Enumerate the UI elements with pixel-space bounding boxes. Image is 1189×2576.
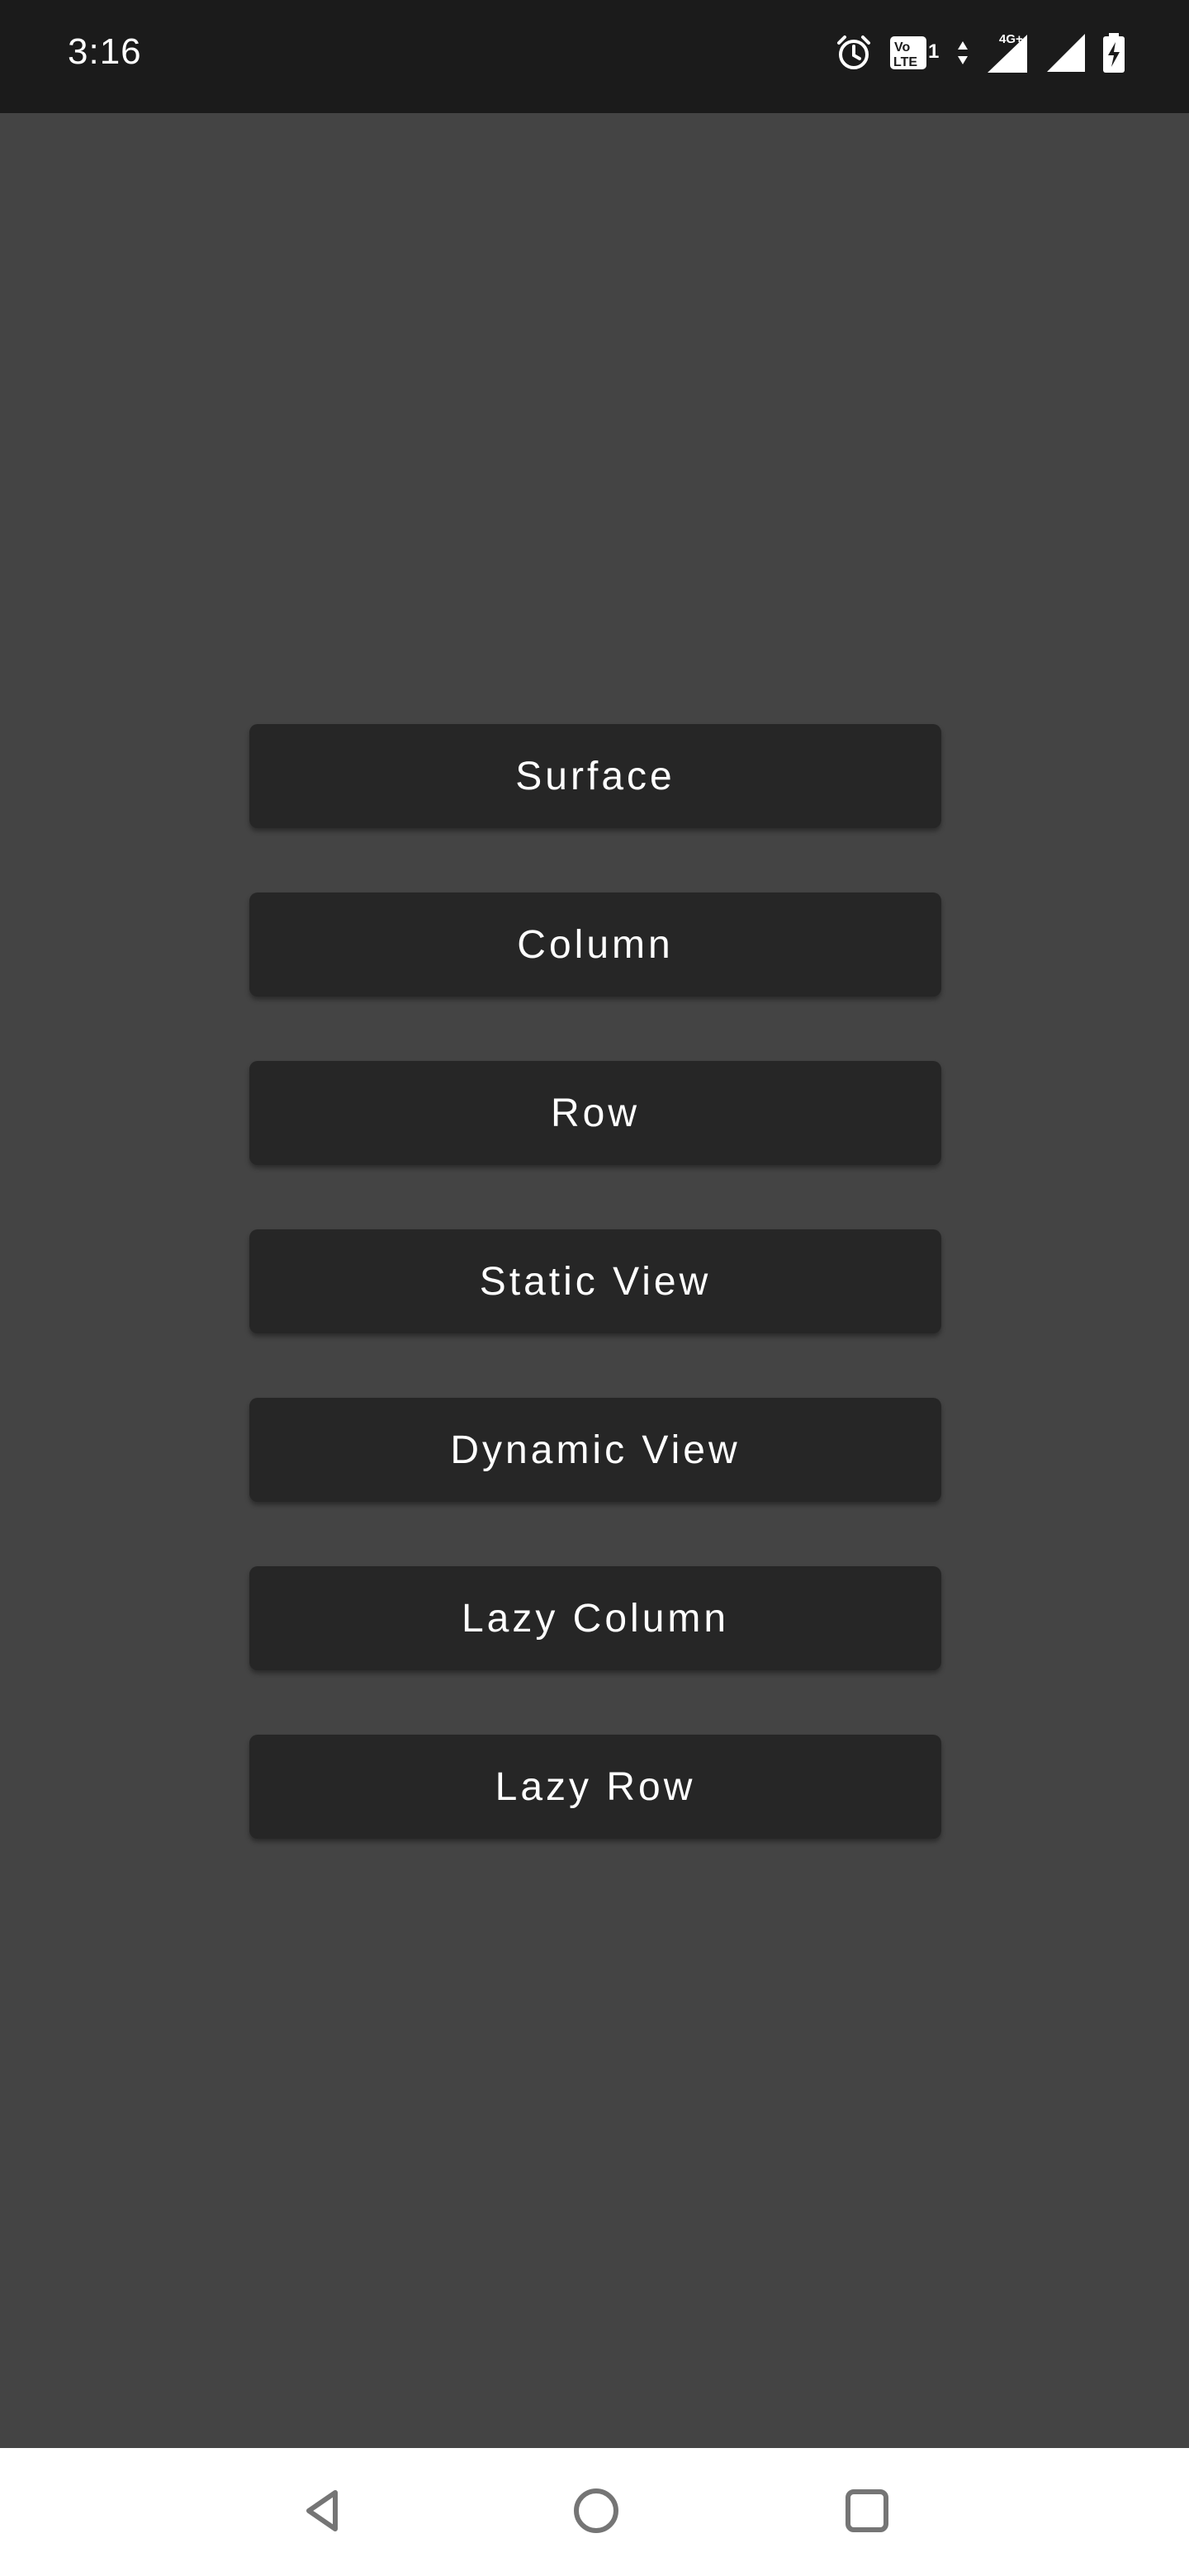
- volte-icon: Vo LTE 1: [888, 33, 941, 73]
- dynamic-view-button[interactable]: Dynamic View: [249, 1398, 941, 1502]
- data-arrows-icon: [956, 33, 969, 73]
- svg-text:LTE: LTE: [893, 55, 917, 69]
- svg-text:Vo: Vo: [894, 40, 910, 54]
- recents-button[interactable]: [831, 2476, 903, 2549]
- svg-text:1: 1: [928, 40, 939, 63]
- status-icons: Vo LTE 1 4G+: [834, 30, 1126, 76]
- signal-4g-icon: 4G+: [984, 31, 1030, 74]
- home-button[interactable]: [560, 2476, 632, 2549]
- alarm-icon: [834, 33, 874, 73]
- recents-icon: [842, 2486, 892, 2540]
- signal-icon: [1045, 32, 1087, 73]
- back-button[interactable]: [287, 2476, 360, 2549]
- status-bar: 3:16 Vo LTE 1 4G+: [0, 0, 1189, 113]
- status-time: 3:16: [68, 31, 142, 72]
- back-icon: [299, 2486, 348, 2540]
- row-button[interactable]: Row: [249, 1061, 941, 1165]
- column-button[interactable]: Column: [249, 893, 941, 997]
- home-icon: [571, 2486, 621, 2540]
- main-content: Surface Column Row Static View Dynamic V…: [0, 113, 1189, 2448]
- battery-charging-icon: [1101, 32, 1126, 73]
- lazy-column-button[interactable]: Lazy Column: [249, 1566, 941, 1670]
- navigation-bar: [0, 2448, 1189, 2576]
- lazy-row-button[interactable]: Lazy Row: [249, 1735, 941, 1839]
- button-list: Surface Column Row Static View Dynamic V…: [249, 724, 941, 1903]
- static-view-button[interactable]: Static View: [249, 1229, 941, 1333]
- surface-button[interactable]: Surface: [249, 724, 941, 828]
